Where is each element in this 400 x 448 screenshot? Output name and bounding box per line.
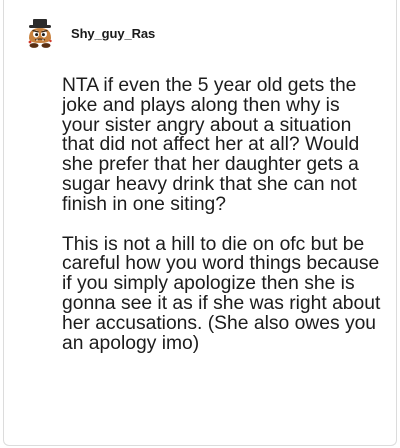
user-avatar[interactable] <box>23 16 57 50</box>
comment-body: NTA if even the 5 year old gets the joke… <box>62 76 382 353</box>
comment-paragraph: This is not a hill to die on ofc but be … <box>62 233 381 354</box>
comment-paragraph: NTA if even the 5 year old gets the joke… <box>62 75 360 215</box>
avatar-goomba-icon <box>23 16 57 50</box>
comment-card: Shy_guy_Ras NTA if even the 5 year old g… <box>3 0 397 446</box>
username[interactable]: Shy_guy_Ras <box>71 26 155 41</box>
comment-header: Shy_guy_Ras <box>23 16 155 50</box>
